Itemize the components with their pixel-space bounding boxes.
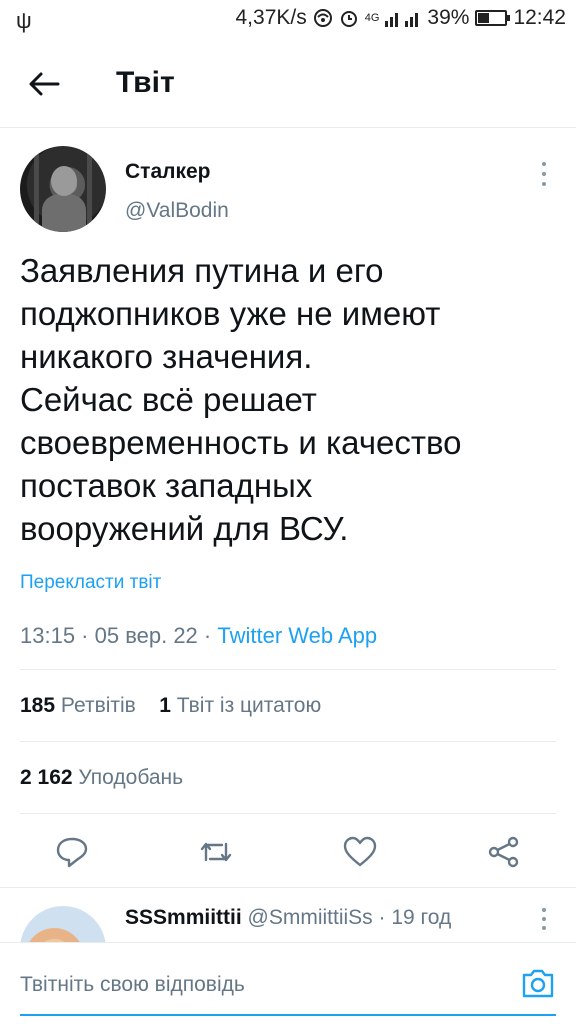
reply-meta: @SmmiittiiSs · 19 год <box>241 906 452 929</box>
signal-icon <box>385 13 419 27</box>
usb-icon: ψ <box>16 8 32 33</box>
retweet-stats[interactable]: 185 Ретвітів 1 Твіт із цитатою <box>20 694 321 718</box>
translate-tweet-link[interactable]: Перекласти твіт <box>20 572 161 594</box>
status-time: 12:42 <box>513 6 566 29</box>
author-avatar[interactable] <box>20 146 106 232</box>
like-icon[interactable] <box>342 834 378 870</box>
more-dot <box>542 926 546 930</box>
likes-stats[interactable]: 2 162 Уподобань <box>20 766 183 790</box>
tweet-meta: 13:15 · 05 вер. 22 · Twitter Web App <box>20 623 377 649</box>
reply-more-options-button[interactable] <box>538 908 550 930</box>
page-title: Твіт <box>116 66 175 99</box>
battery-fill <box>478 13 490 23</box>
reply-icon[interactable] <box>54 834 90 870</box>
avatar-bar-right <box>87 154 92 224</box>
tweet-timestamp: 13:15 · 05 вер. 22 · <box>20 623 218 648</box>
quotes-label: Твіт із цитатою <box>176 694 322 717</box>
alarm-icon <box>340 11 357 27</box>
back-arrow-icon[interactable] <box>22 62 66 106</box>
share-icon[interactable] <box>486 834 522 870</box>
more-dot <box>542 908 546 912</box>
battery-icon <box>475 10 511 26</box>
divider <box>20 813 556 814</box>
battery-nub <box>507 15 511 21</box>
status-bar-right: 4,37K/s 4G 39% 12:42 <box>236 6 567 30</box>
avatar-head <box>51 166 77 196</box>
divider <box>0 887 576 888</box>
retweets-label: Ретвітів <box>60 694 136 717</box>
tweet-text: Заявления путина и его поджопников уже н… <box>20 252 462 547</box>
more-dot <box>542 917 546 921</box>
author-name[interactable]: Сталкер <box>125 160 211 184</box>
likes-count: 2 162 <box>20 766 73 789</box>
wifi-icon <box>313 9 332 27</box>
status-bar: ψ 4,37K/s 4G 39% 12:42 <box>0 0 576 40</box>
divider <box>20 669 556 670</box>
retweet-icon[interactable] <box>198 834 234 870</box>
reply-author-name: SSSmmiittii <box>125 906 242 929</box>
likes-label: Уподобань <box>78 766 184 789</box>
reply-input[interactable] <box>20 965 490 1005</box>
network-type: 4G <box>364 12 380 24</box>
author-handle[interactable]: @ValBodin <box>125 199 229 223</box>
app-header: Твіт <box>0 40 576 128</box>
avatar-bar-left <box>34 154 39 224</box>
compose-reply-bar <box>0 942 576 1024</box>
more-options-button[interactable] <box>538 162 550 186</box>
more-dot <box>542 172 546 176</box>
more-dot <box>542 182 546 186</box>
reply-header[interactable]: SSSmmiittii @SmmiittiiSs · 19 год <box>125 906 451 930</box>
network-speed: 4,37K/s <box>235 6 307 29</box>
divider <box>20 741 556 742</box>
more-dot <box>542 162 546 166</box>
avatar-shoulders <box>42 194 86 232</box>
camera-icon[interactable] <box>520 965 556 1001</box>
retweets-count: 185 <box>20 694 56 717</box>
battery-percent: 39% <box>427 6 470 29</box>
tweet-actions <box>0 828 576 876</box>
compose-underline <box>20 1014 556 1016</box>
quotes-count: 1 <box>159 694 171 717</box>
source-app-link[interactable]: Twitter Web App <box>217 623 377 648</box>
